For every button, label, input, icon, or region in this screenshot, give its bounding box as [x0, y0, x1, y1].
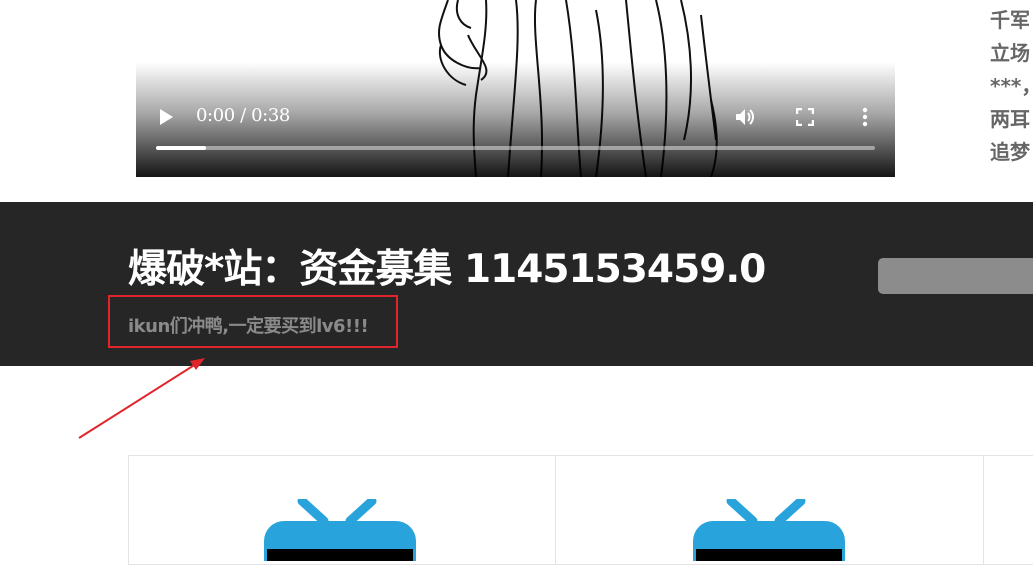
card-item[interactable] [128, 455, 556, 565]
side-text-line: 千军 [990, 8, 1030, 32]
fullscreen-icon [795, 107, 815, 127]
play-icon [160, 109, 173, 125]
page-title: 爆破*站：资金募集 1145153459.0 [128, 247, 766, 292]
side-text-line: ***， [990, 74, 1033, 98]
card-grid [128, 455, 1033, 565]
tv-icon [264, 499, 416, 561]
more-options-button[interactable] [859, 106, 871, 128]
search-input[interactable] [878, 258, 1033, 294]
time-display: 0:00 / 0:38 [196, 105, 290, 126]
video-player[interactable]: 0:00 / 0:38 [136, 0, 895, 177]
card-item[interactable] [555, 455, 984, 565]
card-item[interactable] [983, 455, 1033, 565]
side-article-text: 千军 立场 ***， 两耳 追梦 去聊 [990, 4, 1033, 170]
side-text-line: 两耳 [990, 107, 1030, 131]
fullscreen-button[interactable] [795, 107, 815, 127]
volume-icon [736, 109, 754, 125]
side-text-line: 追梦 [990, 140, 1030, 164]
video-progress-fill [156, 146, 207, 150]
side-text-line: 立场 [990, 41, 1030, 65]
video-progress-bar[interactable] [156, 146, 875, 150]
play-button[interactable] [158, 108, 174, 126]
volume-button[interactable] [734, 106, 756, 128]
tv-icon [693, 499, 845, 561]
side-text-line: 去聊 [990, 169, 1033, 170]
more-vertical-icon [862, 107, 868, 127]
annotation-highlight-box [108, 295, 398, 348]
